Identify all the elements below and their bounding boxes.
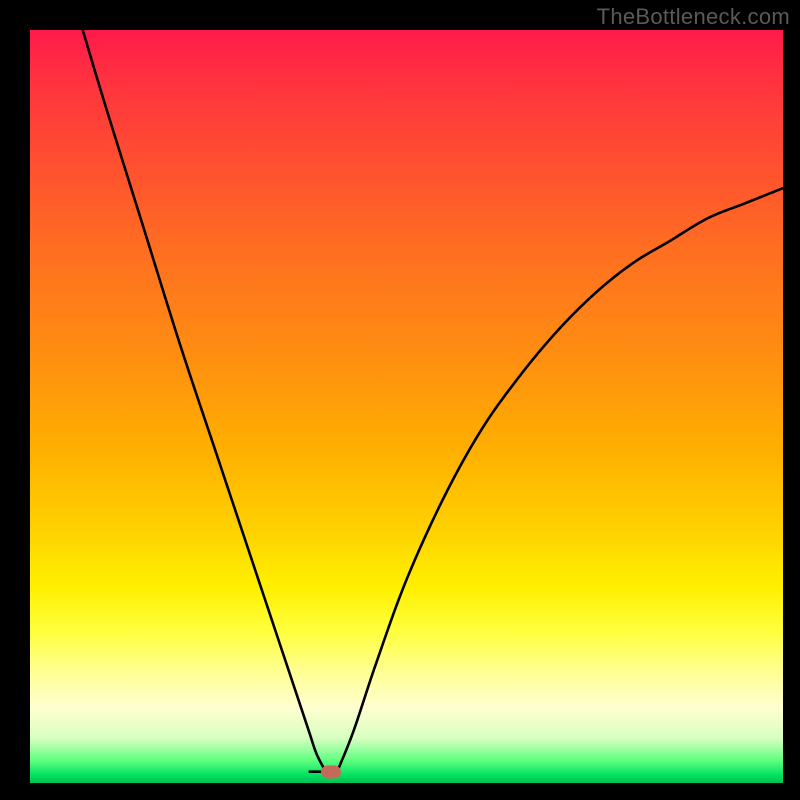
curve-left-branch: [83, 30, 324, 768]
curve-right-branch: [339, 188, 783, 768]
chart-area: [30, 30, 783, 783]
minimum-marker: [321, 765, 341, 778]
curve-svg: [30, 30, 783, 783]
attribution-text: TheBottleneck.com: [597, 4, 790, 30]
